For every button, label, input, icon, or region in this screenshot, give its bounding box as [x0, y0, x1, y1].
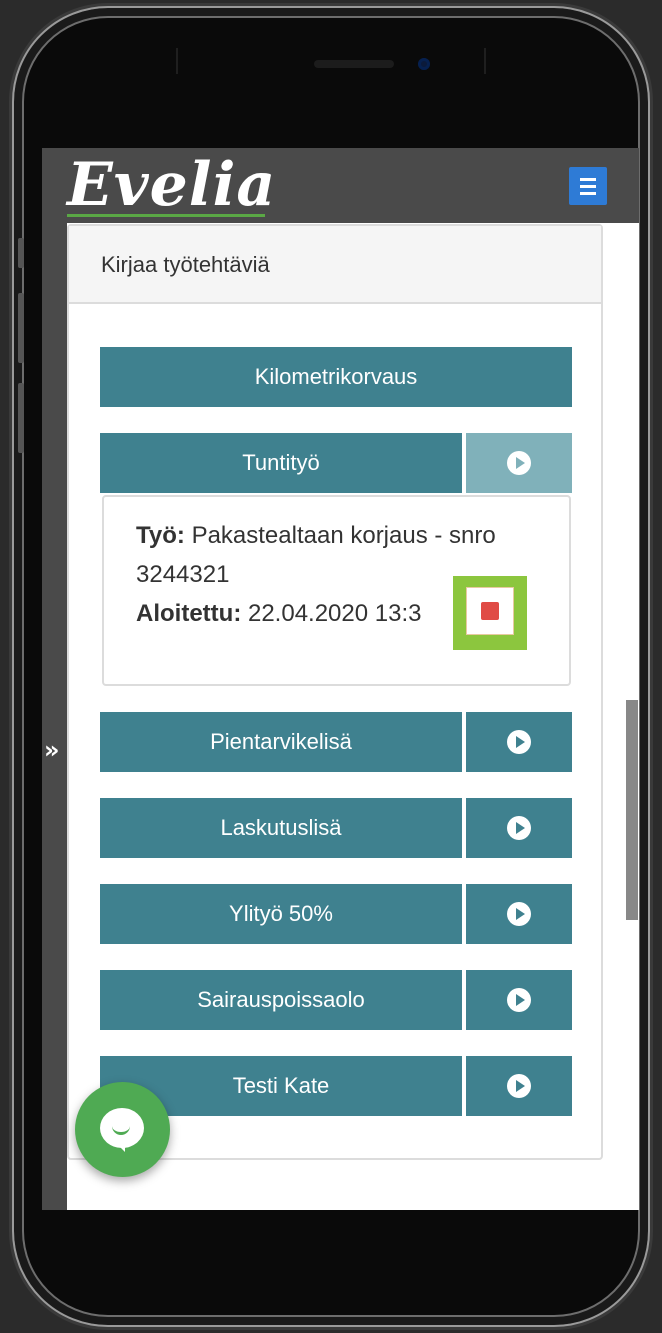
started-line: Aloitettu: 22.04.2020 13:3: [136, 600, 421, 628]
work-line: Työ: Pakastealtaan korjaus - snro: [136, 522, 496, 550]
front-camera: [418, 58, 430, 70]
play-icon: [507, 988, 531, 1012]
app-logo[interactable]: Evelia: [67, 150, 276, 220]
running-task-card: Työ: Pakastealtaan korjaus - snro 324432…: [102, 495, 571, 686]
hamburger-icon: [580, 192, 596, 195]
logo-underline: [67, 214, 265, 217]
sidebar-toggle-strip[interactable]: »: [42, 223, 67, 1210]
stop-highlight: [453, 576, 527, 650]
notch-edge: [176, 48, 178, 74]
start-button-ylityo[interactable]: [466, 884, 572, 944]
task-button-sairauspoissaolo[interactable]: Sairauspoissaolo: [100, 970, 462, 1030]
side-button: [18, 293, 24, 363]
double-chevron-right-icon[interactable]: »: [44, 736, 60, 764]
menu-button[interactable]: [569, 167, 607, 205]
task-button-tuntityo[interactable]: Tuntityö: [100, 433, 462, 493]
task-button-kilometrikorvaus[interactable]: Kilometrikorvaus: [100, 347, 572, 407]
start-button-testi-kate[interactable]: [466, 1056, 572, 1116]
task-panel: Kirjaa työtehtäviä Kilometrikorvaus Tunt…: [67, 224, 603, 1160]
scrollbar[interactable]: [626, 700, 638, 920]
app-screen: Evelia » Kirjaa työtehtäviä Kilometrikor…: [42, 148, 639, 1210]
chat-icon-tail: [113, 1140, 125, 1152]
chat-button[interactable]: [75, 1082, 170, 1177]
started-label: Aloitettu:: [136, 600, 242, 627]
play-icon: [507, 902, 531, 926]
panel-header: Kirjaa työtehtäviä: [69, 226, 601, 304]
started-value: 22.04.2020 13:3: [247, 600, 422, 627]
work-label: Työ:: [136, 522, 185, 549]
stop-button[interactable]: [466, 587, 514, 635]
task-button-laskutuslisa[interactable]: Laskutuslisä: [100, 798, 462, 858]
play-icon: [507, 451, 531, 475]
work-value: Pakastealtaan korjaus - snro: [191, 522, 496, 549]
play-icon: [507, 730, 531, 754]
start-button-sairauspoissaolo[interactable]: [466, 970, 572, 1030]
task-button-ylityo[interactable]: Ylityö 50%: [100, 884, 462, 944]
start-button-laskutuslisa[interactable]: [466, 798, 572, 858]
hamburger-icon: [580, 178, 596, 181]
play-icon: [507, 1074, 531, 1098]
hamburger-icon: [580, 185, 596, 188]
stop-icon: [481, 602, 499, 620]
start-button-tuntityo[interactable]: [466, 433, 572, 493]
side-button: [18, 238, 24, 268]
play-icon: [507, 816, 531, 840]
speaker-grille: [314, 60, 394, 68]
start-button-pientarvikelisa[interactable]: [466, 712, 572, 772]
task-button-pientarvikelisa[interactable]: Pientarvikelisä: [100, 712, 462, 772]
app-header: Evelia: [42, 148, 639, 223]
notch-edge: [484, 48, 486, 74]
side-button: [18, 383, 24, 453]
work-line-2: 3244321: [136, 561, 230, 588]
panel-title: Kirjaa työtehtäviä: [101, 252, 270, 277]
